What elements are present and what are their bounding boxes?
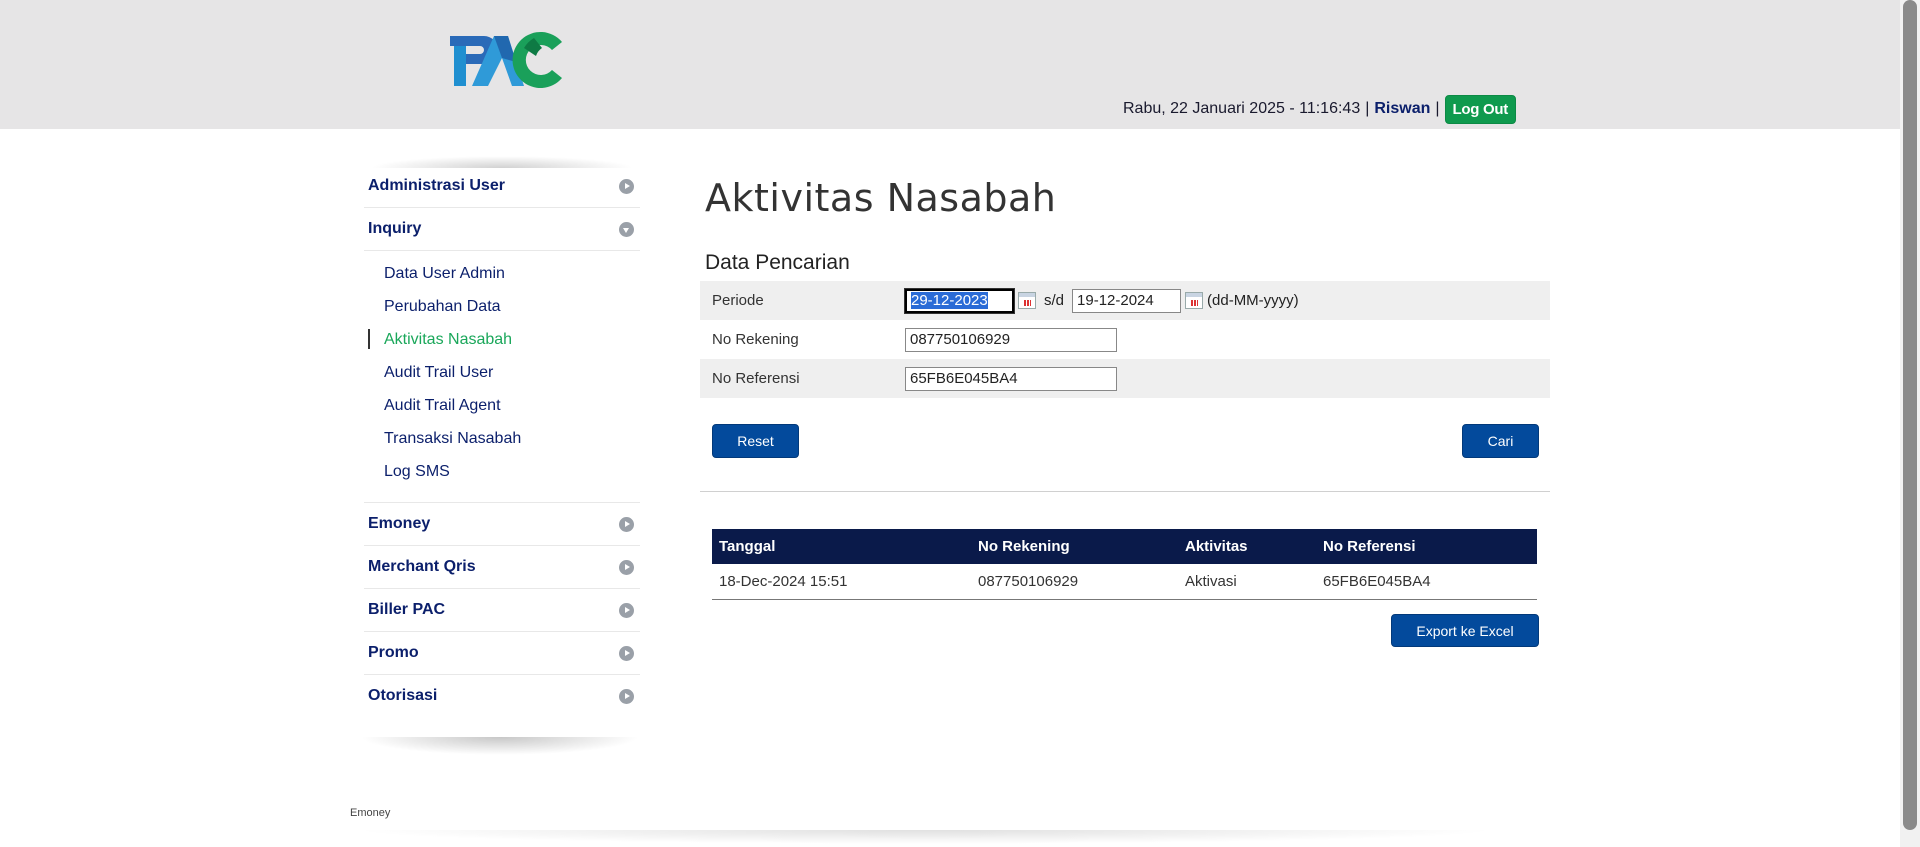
chevron-right-icon	[619, 689, 634, 704]
chevron-right-icon	[619, 179, 634, 194]
sidebar-item-merchant-qris[interactable]: Merchant Qris	[364, 546, 640, 589]
sidebar-item-otorisasi[interactable]: Otorisasi	[364, 675, 640, 717]
results-table: Tanggal No Rekening Aktivitas No Referen…	[712, 529, 1537, 600]
chevron-right-icon	[619, 646, 634, 661]
export-excel-button[interactable]: Export ke Excel	[1391, 614, 1539, 647]
vertical-scrollbar[interactable]	[1900, 0, 1920, 847]
search-form: Periode 29-12-2023 s/d 19-12-2024 (dd-MM…	[700, 281, 1550, 398]
submenu-item-log-sms[interactable]: Log SMS	[364, 455, 640, 488]
logout-button[interactable]: Log Out	[1444, 94, 1516, 124]
sidebar-item-promo[interactable]: Promo	[364, 632, 640, 675]
date-from-input[interactable]: 29-12-2023	[904, 287, 1015, 314]
header-datetime: Rabu, 22 Januari 2025 - 11:16:43	[1123, 100, 1361, 117]
column-header: Tanggal	[712, 529, 971, 564]
referensi-input[interactable]: 65FB6E045BA4	[905, 366, 1117, 391]
referensi-row: No Referensi 65FB6E045BA4	[700, 359, 1550, 398]
sidebar-item-emoney[interactable]: Emoney	[364, 503, 640, 546]
sidebar-item-biller-pac[interactable]: Biller PAC	[364, 589, 640, 632]
date-from-value: 29-12-2023	[911, 292, 988, 309]
reset-button[interactable]: Reset	[712, 424, 799, 458]
referensi-value: 65FB6E045BA4	[910, 370, 1018, 387]
section-title: Data Pencarian	[705, 251, 850, 274]
pac-logo	[450, 32, 562, 88]
table-row: 18-Dec-2024 15:51 087750106929 Aktivasi …	[712, 564, 1537, 600]
inquiry-submenu: Data User Admin Perubahan Data Aktivitas…	[364, 251, 640, 503]
calendar-icon[interactable]	[1018, 292, 1036, 309]
sidebar-item-label: Inquiry	[368, 220, 422, 237]
column-header: No Rekening	[971, 529, 1178, 564]
date-format-hint: (dd-MM-yyyy)	[1207, 292, 1299, 309]
rekening-row: No Rekening 087750106929	[700, 320, 1550, 359]
username-link[interactable]: Riswan	[1374, 100, 1430, 118]
rekening-value: 087750106929	[910, 331, 1011, 348]
date-to-value: 19-12-2024	[1077, 292, 1154, 309]
rekening-input[interactable]: 087750106929	[905, 327, 1117, 352]
chevron-right-icon	[619, 560, 634, 575]
sidebar-item-label: Biller PAC	[368, 601, 446, 618]
rekening-label: No Rekening	[712, 331, 799, 348]
submenu-item-data-user-admin[interactable]: Data User Admin	[364, 257, 640, 290]
chevron-right-icon	[619, 517, 634, 532]
chevron-right-icon	[619, 603, 634, 618]
sidebar-shadow-bottom	[360, 737, 640, 755]
footer-text: Emoney	[350, 807, 391, 819]
sidebar-item-inquiry[interactable]: Inquiry	[364, 208, 640, 251]
footer-shadow	[350, 830, 1500, 844]
sidebar-menu: Administrasi User Inquiry Data User Admi…	[364, 165, 640, 717]
submenu-item-perubahan-data[interactable]: Perubahan Data	[364, 290, 640, 323]
header-separator: |	[1365, 100, 1370, 117]
header-bar: Rabu, 22 Januari 2025 - 11:16:43 | Riswa…	[0, 0, 1900, 129]
header-separator-2: |	[1435, 100, 1440, 117]
submenu-item-aktivitas-nasabah[interactable]: Aktivitas Nasabah	[364, 323, 640, 356]
column-header: Aktivitas	[1178, 529, 1316, 564]
sidebar-item-administrasi-user[interactable]: Administrasi User	[364, 165, 640, 208]
sidebar-item-label: Administrasi User	[368, 177, 505, 194]
column-header: No Referensi	[1316, 529, 1537, 564]
cell-tanggal: 18-Dec-2024 15:51	[712, 564, 971, 600]
submenu-item-transaksi-nasabah[interactable]: Transaksi Nasabah	[364, 422, 640, 455]
sidebar-item-label: Otorisasi	[368, 687, 438, 704]
search-button[interactable]: Cari	[1462, 424, 1539, 458]
date-to-input[interactable]: 19-12-2024	[1072, 288, 1182, 313]
table-header-row: Tanggal No Rekening Aktivitas No Referen…	[712, 529, 1537, 564]
chevron-down-icon	[619, 222, 634, 237]
periode-label: Periode	[712, 292, 764, 309]
submenu-item-audit-trail-agent[interactable]: Audit Trail Agent	[364, 389, 640, 422]
calendar-icon[interactable]	[1185, 292, 1204, 309]
cell-aktivitas: Aktivasi	[1178, 564, 1316, 600]
sidebar-item-label: Emoney	[368, 515, 431, 532]
sd-text: s/d	[1044, 292, 1065, 309]
referensi-label: No Referensi	[712, 370, 800, 387]
divider	[700, 491, 1550, 492]
submenu-item-audit-trail-user[interactable]: Audit Trail User	[364, 356, 640, 389]
sidebar-item-label: Merchant Qris	[368, 558, 476, 575]
cell-referensi: 65FB6E045BA4	[1316, 564, 1537, 600]
header-info: Rabu, 22 Januari 2025 - 11:16:43 | Riswa…	[1123, 94, 1516, 124]
scrollbar-thumb[interactable]	[1903, 0, 1917, 830]
periode-row: Periode 29-12-2023 s/d 19-12-2024 (dd-MM…	[700, 281, 1550, 320]
page-title: Aktivitas Nasabah	[705, 176, 1057, 220]
cell-rekening: 087750106929	[971, 564, 1178, 600]
sidebar-item-label: Promo	[368, 644, 419, 661]
